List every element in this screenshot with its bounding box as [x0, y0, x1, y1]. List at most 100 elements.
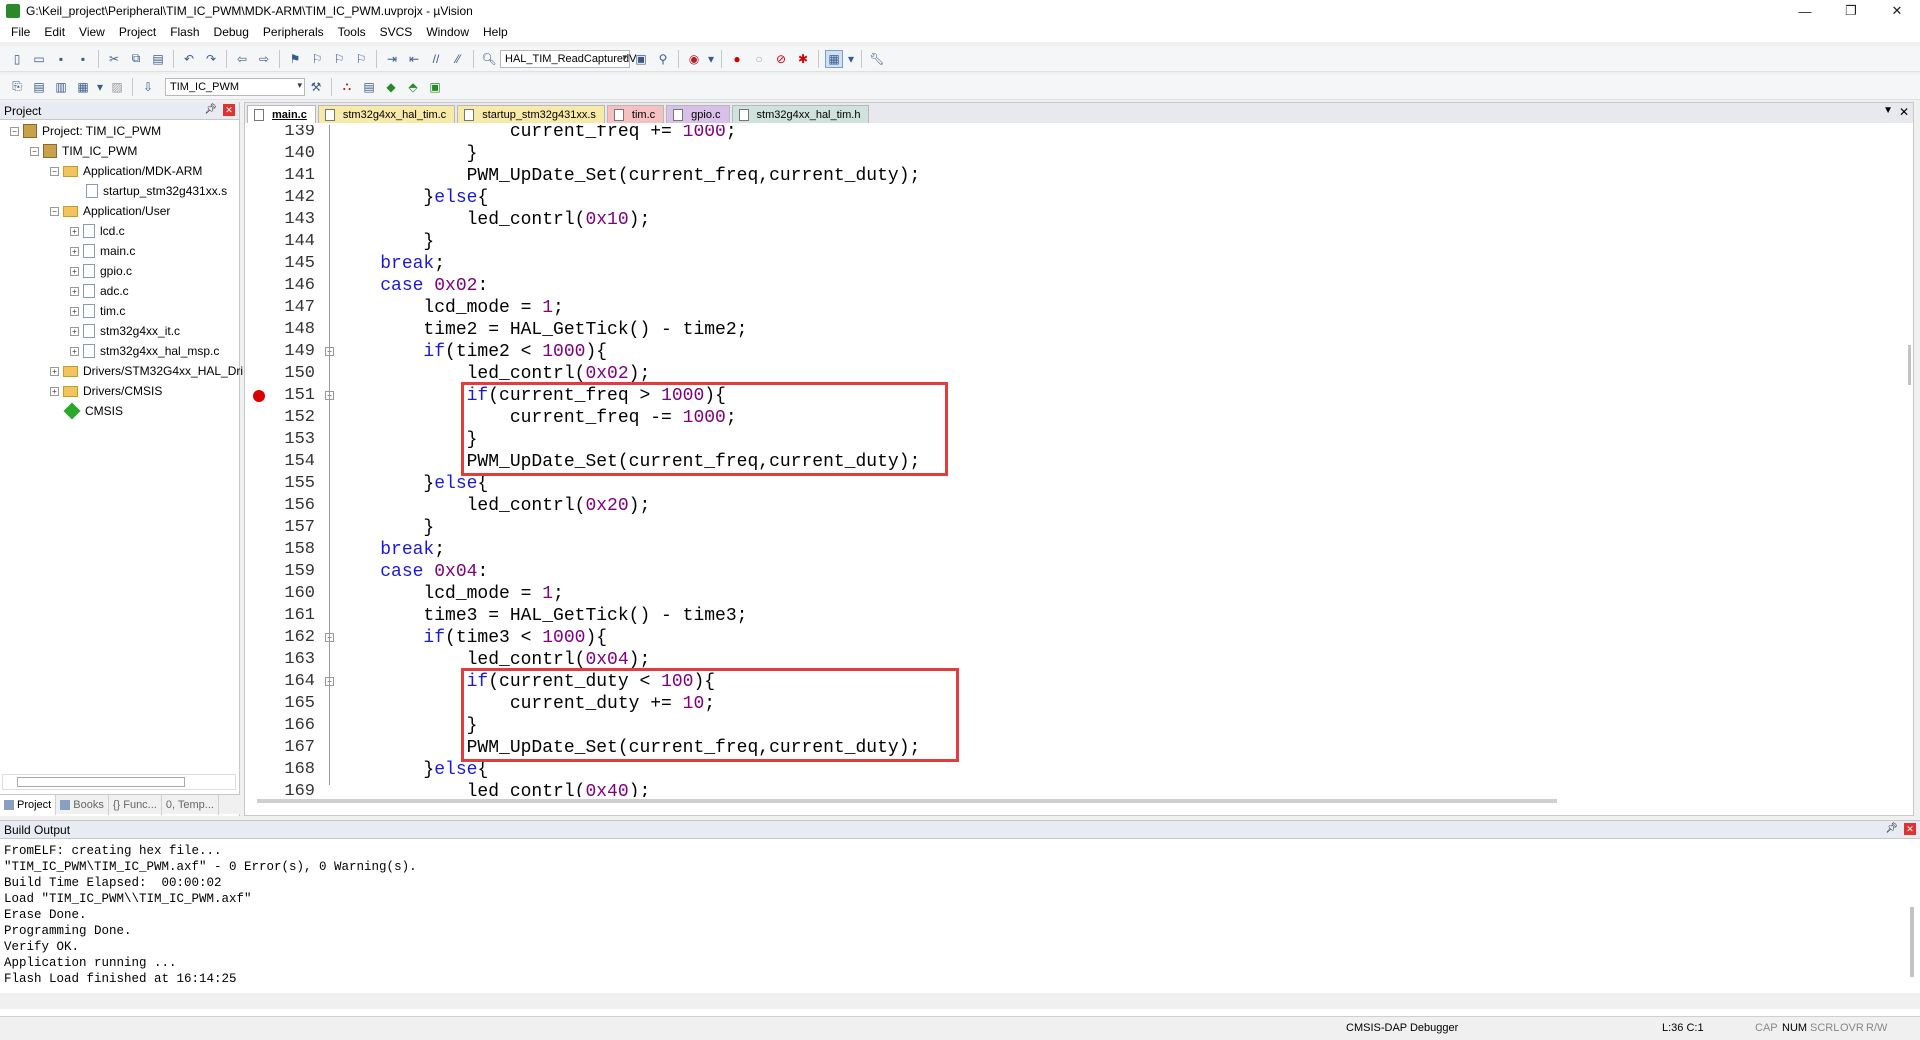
chevron-down-icon[interactable]: ▾	[96, 78, 104, 96]
pack-installer-icon[interactable]: ⬘	[404, 78, 422, 96]
uncomment-icon[interactable]: ⁄⁄	[449, 50, 467, 68]
scrollbar-thumb[interactable]	[17, 777, 185, 787]
manage-rte-icon[interactable]: ▤	[360, 78, 378, 96]
undo-icon[interactable]: ↶	[180, 50, 198, 68]
code-line[interactable]: time3 = HAL_GetTick() - time3;	[337, 605, 747, 627]
batch-build-icon[interactable]: ▦	[74, 78, 92, 96]
code-area[interactable]: 139140141142143144145146147148149−150151…	[245, 125, 1913, 797]
configure-icon[interactable]: 🔧︎	[868, 50, 886, 68]
code-line[interactable]: }else{	[337, 187, 488, 209]
redo-icon[interactable]: ↷	[202, 50, 220, 68]
comment-icon[interactable]: //	[427, 50, 445, 68]
expand-icon[interactable]: +	[70, 246, 79, 256]
menu-view[interactable]: View	[72, 25, 112, 39]
code-line[interactable]: }	[337, 143, 478, 165]
build-horizontal-scrollbar[interactable]	[0, 993, 1920, 1009]
close-tab-icon[interactable]: ✕	[1899, 105, 1909, 119]
code-line[interactable]: break;	[337, 539, 445, 561]
code-line[interactable]: led_contrl(0x10);	[337, 209, 651, 231]
file-tab[interactable]: stm32g4xx_hal_tim.c	[317, 105, 456, 123]
line-gutter[interactable]: 139140141142143144145146147148149−150151…	[245, 125, 335, 797]
find-icon[interactable]: ⚲	[654, 50, 672, 68]
save-all-icon[interactable]: ▪	[74, 50, 92, 68]
tree-item[interactable]: − Project: TIM_IC_PWM	[10, 122, 161, 140]
tree-item[interactable]: + Drivers/STM32G4xx_HAL_Dri	[50, 362, 243, 380]
find-in-files-icon[interactable]: 🔍︎	[480, 50, 498, 68]
code-line[interactable]: }else{	[337, 473, 488, 495]
indent-icon[interactable]: ⇥	[383, 50, 401, 68]
manage-project-items-icon[interactable]: ⛬	[338, 78, 356, 96]
maximize-button[interactable]: ❐	[1828, 0, 1874, 22]
pin-icon[interactable]: 📌︎	[204, 104, 217, 115]
code-line[interactable]: PWM_UpDate_Set(current_freq,current_duty…	[337, 165, 921, 187]
file-tab[interactable]: tim.c	[606, 105, 665, 123]
tree-item[interactable]: startup_stm32g431xx.s	[86, 182, 227, 200]
window-layout-icon[interactable]: ▦	[825, 49, 843, 68]
expand-icon[interactable]: +	[50, 366, 59, 376]
tab-list-icon[interactable]: ▼	[1883, 105, 1893, 116]
code-line[interactable]: lcd_mode = 1;	[337, 297, 563, 319]
next-bookmark-icon[interactable]: ⚐	[330, 50, 348, 68]
tab-books[interactable]: Books	[56, 795, 109, 815]
tree-item[interactable]: CMSIS	[63, 402, 123, 420]
event-recorder-icon[interactable]: ▣	[426, 78, 444, 96]
tree-item[interactable]: + stm32g4xx_hal_msp.c	[70, 342, 219, 360]
nav-back-icon[interactable]: ⇦	[233, 50, 251, 68]
tree-item[interactable]: + gpio.c	[70, 262, 132, 280]
file-tab[interactable]: stm32g4xx_hal_tim.h	[731, 105, 870, 123]
paste-icon[interactable]: ▤	[149, 50, 167, 68]
expand-icon[interactable]: +	[70, 306, 79, 316]
code-line[interactable]: led_contrl(0x20);	[337, 495, 651, 517]
code-line[interactable]: }	[337, 429, 478, 451]
insert-breakpoint-icon[interactable]: ●	[728, 50, 746, 68]
close-icon[interactable]: ✕	[223, 104, 235, 116]
close-window-button[interactable]: ✕	[1874, 0, 1920, 22]
enable-breakpoint-icon[interactable]: ○	[750, 50, 768, 68]
menu-help[interactable]: Help	[476, 25, 515, 39]
tree-item[interactable]: + adc.c	[70, 282, 129, 300]
unindent-icon[interactable]: ⇤	[405, 50, 423, 68]
code-line[interactable]: case 0x02:	[337, 275, 488, 297]
select-packs-icon[interactable]: ◆	[382, 78, 400, 96]
expand-icon[interactable]: +	[70, 226, 79, 236]
code-line[interactable]: current_freq += 1000;	[337, 125, 737, 143]
menu-flash[interactable]: Flash	[163, 25, 206, 39]
target-select[interactable]: TIM_IC_PWM ▾	[165, 77, 305, 96]
chevron-down-icon[interactable]: ▾	[707, 50, 715, 68]
menu-edit[interactable]: Edit	[37, 25, 72, 39]
kill-breakpoints-icon[interactable]: ✱	[794, 50, 812, 68]
code-line[interactable]: }	[337, 231, 434, 253]
menu-debug[interactable]: Debug	[207, 25, 256, 39]
file-tab[interactable]: startup_stm32g431xx.s	[457, 105, 605, 123]
code-line[interactable]: if(time3 < 1000){	[337, 627, 607, 649]
breakpoint-icon[interactable]	[253, 390, 265, 402]
tab-project[interactable]: Project	[0, 795, 57, 815]
target-options-icon[interactable]: ⚒	[307, 78, 325, 96]
expand-icon[interactable]: +	[70, 286, 79, 296]
open-file-icon[interactable]: ▭	[30, 50, 48, 68]
nav-forward-icon[interactable]: ⇨	[255, 50, 273, 68]
tree-item[interactable]: − TIM_IC_PWM	[30, 142, 137, 160]
cut-icon[interactable]: ✂	[105, 50, 123, 68]
clear-bookmarks-icon[interactable]: ⚐	[352, 50, 370, 68]
minimize-button[interactable]: —	[1782, 0, 1828, 22]
download-icon[interactable]: ⇩	[139, 78, 157, 96]
tree-item[interactable]: − Application/User	[50, 202, 170, 220]
tree-item[interactable]: + Drivers/CMSIS	[50, 382, 162, 400]
collapse-icon[interactable]: −	[30, 146, 39, 156]
menu-peripherals[interactable]: Peripherals	[256, 25, 331, 39]
menu-tools[interactable]: Tools	[331, 25, 373, 39]
code-line[interactable]: if(time2 < 1000){	[337, 341, 607, 363]
menu-file[interactable]: File	[4, 25, 37, 39]
code-text[interactable]: current_freq += 1000; } PWM_UpDate_Set(c…	[337, 125, 1897, 797]
collapse-icon[interactable]: −	[50, 206, 59, 216]
code-line[interactable]: break;	[337, 253, 445, 275]
tab-functions[interactable]: {} Func...	[109, 795, 162, 815]
code-line[interactable]: lcd_mode = 1;	[337, 583, 563, 605]
file-tab[interactable]: gpio.c	[666, 105, 730, 123]
collapse-icon[interactable]: −	[10, 126, 19, 136]
build-vertical-scrollbar[interactable]	[1910, 907, 1914, 977]
build-output-text[interactable]: FromELF: creating hex file... "TIM_IC_PWM…	[4, 843, 417, 987]
translate-icon[interactable]: ⎘	[8, 78, 26, 96]
code-line[interactable]: }else{	[337, 759, 488, 781]
